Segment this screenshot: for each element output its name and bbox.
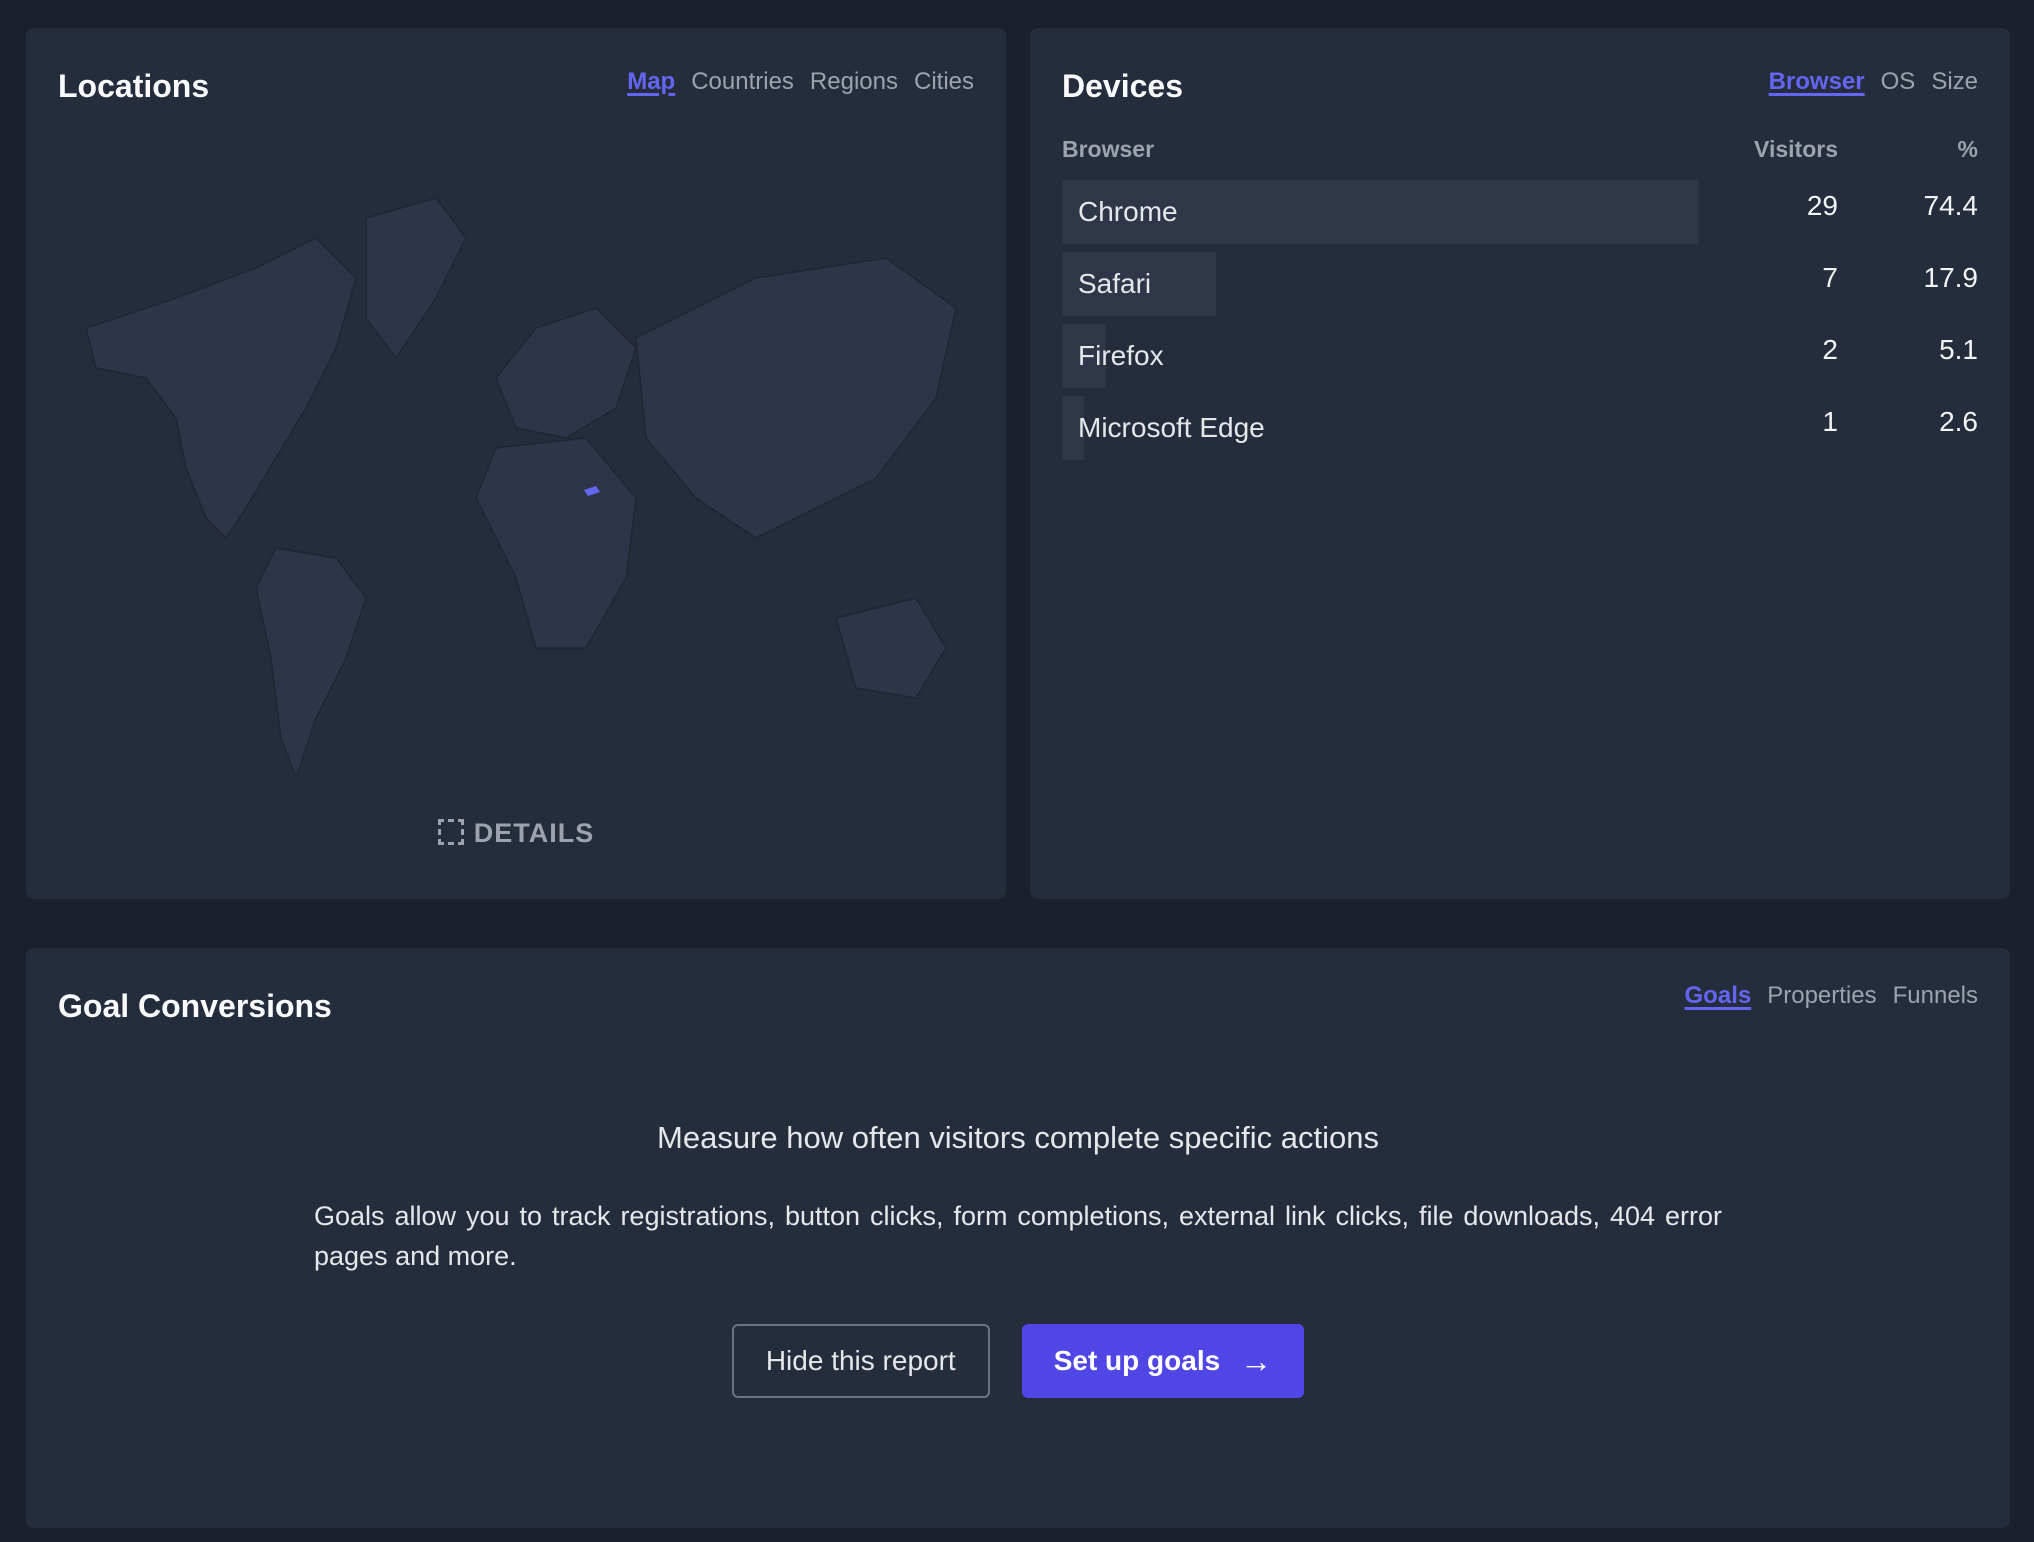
goals-tabs: Goals Properties Funnels: [1685, 982, 1978, 1010]
row-visitors: 1: [1822, 406, 1838, 437]
expand-icon: [437, 819, 464, 845]
goal-conversions-panel: Goal Conversions Goals Properties Funnel…: [26, 948, 2010, 1528]
row-percent: 5.1: [1939, 334, 1978, 365]
devices-tabs: Browser OS Size: [1769, 68, 1978, 96]
locations-tabs: Map Countries Regions Cities: [627, 68, 974, 96]
table-row[interactable]: Safari 7 17.9: [1062, 252, 1978, 316]
map-asia: [635, 257, 957, 539]
tab-countries[interactable]: Countries: [691, 68, 794, 96]
row-name: Chrome: [1078, 196, 1178, 227]
map-australia: [835, 597, 947, 699]
tab-regions[interactable]: Regions: [810, 68, 898, 96]
col-percent[interactable]: %: [1958, 136, 1978, 163]
tab-properties[interactable]: Properties: [1767, 982, 1876, 1010]
arrow-right-icon: →: [1240, 1342, 1273, 1379]
map-north-america: [85, 237, 357, 540]
row-name: Safari: [1078, 268, 1152, 299]
table-row[interactable]: Firefox 2 5.1: [1062, 324, 1978, 388]
goals-description: Goals allow you to track registrations, …: [314, 1201, 1722, 1271]
tab-goals[interactable]: Goals: [1685, 982, 1752, 1010]
row-visitors: 2: [1822, 334, 1838, 365]
world-map[interactable]: [56, 178, 976, 808]
goals-heading: Measure how often visitors complete spec…: [657, 1120, 1379, 1155]
col-browser: Browser: [1062, 136, 1155, 162]
tab-size[interactable]: Size: [1931, 68, 1978, 96]
row-percent: 17.9: [1923, 262, 1979, 293]
map-africa: [475, 437, 637, 649]
row-visitors: 7: [1822, 262, 1838, 293]
devices-title: Devices: [1062, 68, 1183, 104]
table-row[interactable]: Microsoft Edge 1 2.6: [1062, 396, 1978, 460]
map-greenland: [365, 197, 467, 360]
tab-funnels[interactable]: Funnels: [1893, 982, 1978, 1010]
goals-title: Goal Conversions: [58, 988, 332, 1024]
col-visitors[interactable]: Visitors: [1754, 136, 1838, 163]
row-percent: 74.4: [1923, 190, 1979, 221]
row-name: Firefox: [1078, 340, 1164, 371]
table-row[interactable]: Chrome 29 74.4: [1062, 180, 1978, 244]
tab-cities[interactable]: Cities: [914, 68, 974, 96]
tab-map[interactable]: Map: [627, 68, 675, 96]
devices-panel: Devices Browser OS Size Browser Visitors…: [1030, 28, 2010, 899]
goals-actions: Hide this report Set up goals →: [26, 1324, 2010, 1398]
details-button[interactable]: DETAILS: [26, 818, 1006, 849]
tab-os[interactable]: OS: [1881, 68, 1916, 96]
set-up-goals-button[interactable]: Set up goals →: [1021, 1324, 1305, 1398]
row-percent: 2.6: [1939, 406, 1978, 437]
tab-browser[interactable]: Browser: [1769, 68, 1865, 96]
map-europe: [495, 307, 637, 439]
row-name: Microsoft Edge: [1078, 412, 1265, 443]
table-header: Browser Visitors %: [1062, 136, 1978, 166]
map-south-america: [255, 547, 367, 781]
locations-title: Locations: [58, 68, 210, 104]
row-visitors: 29: [1806, 190, 1838, 221]
hide-report-button[interactable]: Hide this report: [731, 1324, 990, 1398]
locations-panel: Locations Map Countries Regions Cities D…: [26, 28, 1006, 899]
